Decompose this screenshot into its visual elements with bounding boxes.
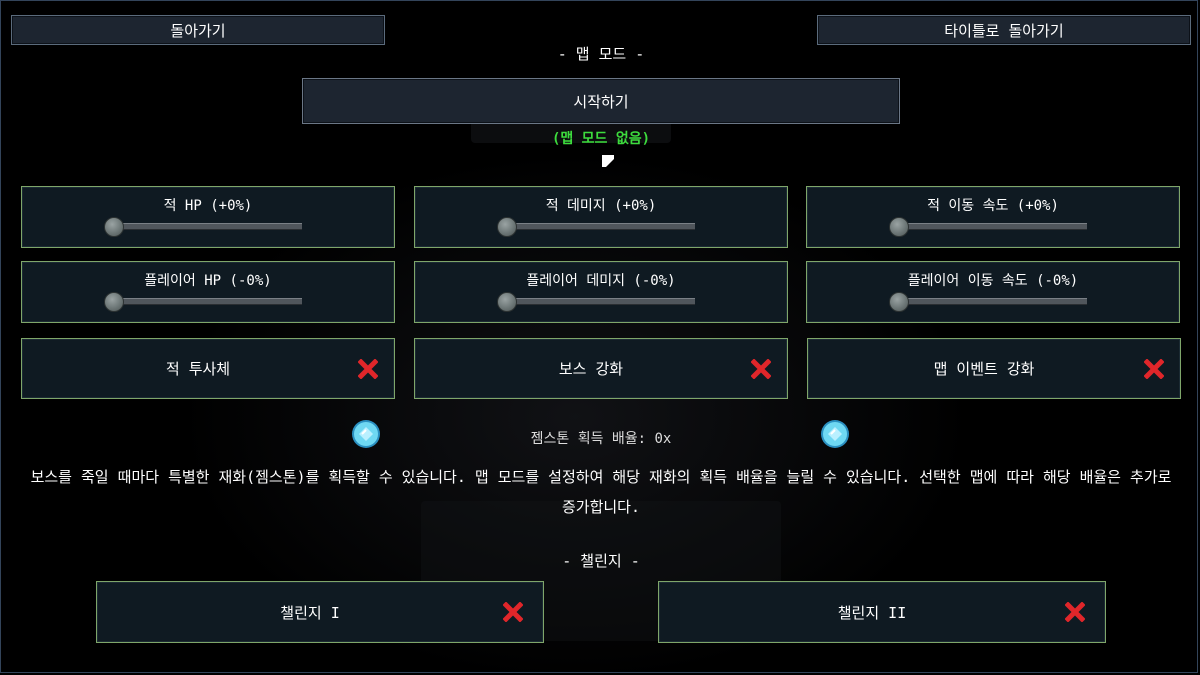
toggle-label: 챌린지 I (280, 603, 340, 622)
slider-knob[interactable] (104, 217, 124, 237)
toggle-label: 적 투사체 (165, 360, 231, 378)
slider-label: 적 HP (+0%) (163, 198, 253, 214)
map-mode-title: - 맵 모드 - (557, 45, 645, 63)
slider-track[interactable] (114, 223, 302, 230)
slider-track[interactable] (507, 223, 695, 230)
slider-knob[interactable] (889, 292, 909, 312)
red-x-icon (1144, 358, 1164, 379)
slider-knob[interactable] (497, 292, 517, 312)
slider-player-hp: 플레이어 HP (-0%) (21, 261, 395, 323)
slider-track[interactable] (507, 298, 695, 305)
challenge-2-toggle[interactable]: 챌린지 II (658, 581, 1106, 643)
back-to-title-button[interactable]: 타이틀로 돌아가기 (817, 15, 1191, 45)
slider-label: 플레이어 데미지 (-0%) (526, 273, 676, 289)
gem-icon (821, 420, 849, 448)
slider-knob[interactable] (497, 217, 517, 237)
slider-label: 플레이어 HP (-0%) (144, 273, 272, 289)
back-button[interactable]: 돌아가기 (11, 15, 385, 45)
map-mode-status: (맵 모드 없음) (551, 131, 651, 147)
start-button[interactable]: 시작하기 (302, 78, 900, 124)
red-x-icon (503, 602, 523, 622)
toggle-label: 맵 이벤트 강화 (933, 360, 1035, 378)
toggle-boss-enhance[interactable]: 보스 강화 (414, 338, 788, 399)
challenge-title: - 챌린지 - (562, 552, 640, 570)
pointer-cursor-icon (602, 155, 614, 167)
toggle-map-event-enhance[interactable]: 맵 이벤트 강화 (807, 338, 1181, 399)
toggle-enemy-projectile[interactable]: 적 투사체 (21, 338, 395, 399)
slider-track[interactable] (899, 298, 1087, 305)
slider-enemy-damage: 적 데미지 (+0%) (414, 186, 788, 248)
gemstone-description: 보스를 죽일 때마다 특별한 재화(젬스톤)를 획득할 수 있습니다. 맵 모드… (30, 468, 1172, 516)
slider-enemy-hp: 적 HP (+0%) (21, 186, 395, 248)
gemstone-rate-text: 젬스톤 획득 배율: 0x (530, 431, 672, 447)
screen-frame: 돌아가기 타이틀로 돌아가기 - 맵 모드 - 시작하기 (맵 모드 없음) 적… (0, 0, 1198, 673)
slider-track[interactable] (114, 298, 302, 305)
slider-knob[interactable] (104, 292, 124, 312)
red-x-icon (751, 358, 771, 379)
toggle-label: 보스 강화 (558, 360, 624, 378)
red-x-icon (358, 358, 378, 379)
slider-enemy-speed: 적 이동 속도 (+0%) (806, 186, 1180, 248)
slider-track[interactable] (899, 223, 1087, 230)
slider-label: 적 데미지 (+0%) (545, 198, 657, 214)
slider-label: 적 이동 속도 (+0%) (927, 198, 1059, 214)
slider-knob[interactable] (889, 217, 909, 237)
slider-player-damage: 플레이어 데미지 (-0%) (414, 261, 788, 323)
slider-player-speed: 플레이어 이동 속도 (-0%) (806, 261, 1180, 323)
challenge-1-toggle[interactable]: 챌린지 I (96, 581, 544, 643)
toggle-label: 챌린지 II (837, 603, 907, 622)
slider-label: 플레이어 이동 속도 (-0%) (907, 273, 1079, 289)
red-x-icon (1065, 602, 1085, 622)
